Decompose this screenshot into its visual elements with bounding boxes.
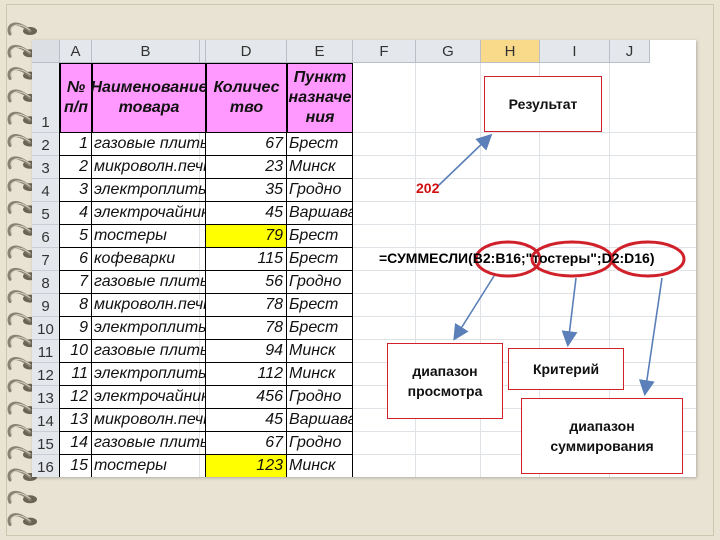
row-header-9[interactable]: 9 <box>32 294 60 317</box>
column-header-B[interactable]: B <box>92 40 200 63</box>
select-all-corner[interactable] <box>32 40 60 63</box>
cell-num[interactable]: 1 <box>60 133 92 156</box>
cell-name[interactable]: газовые плиты <box>92 340 206 363</box>
result-box: Результат <box>484 76 602 132</box>
cell-name[interactable]: газовые плиты <box>92 133 206 156</box>
cell-qty[interactable]: 23 <box>206 156 287 179</box>
cell-num[interactable]: 2 <box>60 156 92 179</box>
cell-name[interactable]: тостеры <box>92 455 206 477</box>
column-header-F[interactable]: F <box>353 40 416 63</box>
cell-qty[interactable]: 67 <box>206 133 287 156</box>
cell-qty[interactable]: 94 <box>206 340 287 363</box>
row-header-13[interactable]: 13 <box>32 386 60 409</box>
row-header-10[interactable]: 10 <box>32 317 60 340</box>
cell-qty[interactable]: 45 <box>206 409 287 432</box>
cell-dest[interactable]: Минск <box>287 363 353 386</box>
cell-name[interactable]: газовые плиты <box>92 271 206 294</box>
cell-name[interactable]: электроплиты <box>92 317 206 340</box>
row-header-14[interactable]: 14 <box>32 409 60 432</box>
cell-qty[interactable]: 123 <box>206 455 287 477</box>
row-header-8[interactable]: 8 <box>32 271 60 294</box>
cell-dest[interactable]: Гродно <box>287 432 353 455</box>
row-header-7[interactable]: 7 <box>32 248 60 271</box>
column-header-G[interactable]: G <box>416 40 481 63</box>
row-header-2[interactable]: 2 <box>32 133 60 156</box>
cell-qty[interactable]: 78 <box>206 294 287 317</box>
row-header-16[interactable]: 16 <box>32 455 60 477</box>
cell-name[interactable]: тостеры <box>92 225 206 248</box>
criterion-box: Критерий <box>508 348 624 390</box>
column-header-J[interactable]: J <box>610 40 650 63</box>
cell-num[interactable]: 7 <box>60 271 92 294</box>
sum-range-box: диапазон суммирования <box>521 398 683 474</box>
cell-num[interactable]: 11 <box>60 363 92 386</box>
formula-text: =СУММЕСЛИ(B2:B16;"тостеры";D2:D16) <box>379 250 655 266</box>
row-header-3[interactable]: 3 <box>32 156 60 179</box>
row-header-1[interactable]: 1 <box>32 63 60 133</box>
table-header-num[interactable]: № п/п <box>60 63 92 133</box>
cell-num[interactable]: 4 <box>60 202 92 225</box>
result-value: 202 <box>416 180 440 196</box>
cell-name[interactable]: электрочайники <box>92 202 206 225</box>
column-header-H[interactable]: H <box>481 40 540 63</box>
cell-num[interactable]: 14 <box>60 432 92 455</box>
cell-dest[interactable]: Гродно <box>287 179 353 202</box>
cell-num[interactable]: 10 <box>60 340 92 363</box>
cell-qty[interactable]: 112 <box>206 363 287 386</box>
cell-num[interactable]: 9 <box>60 317 92 340</box>
table-header-name[interactable]: Наименование товара <box>90 63 208 133</box>
row-header-5[interactable]: 5 <box>32 202 60 225</box>
row-header-15[interactable]: 15 <box>32 432 60 455</box>
column-header-E[interactable]: E <box>287 40 353 63</box>
cell-dest[interactable]: Минск <box>287 455 353 477</box>
cell-dest[interactable]: Брест <box>287 317 353 340</box>
binder-ring-icon <box>7 513 37 527</box>
cell-num[interactable]: 5 <box>60 225 92 248</box>
cell-dest[interactable]: Брест <box>287 133 353 156</box>
table-header-dest[interactable]: Пункт назначе ния <box>287 63 353 133</box>
cell-qty[interactable]: 56 <box>206 271 287 294</box>
cell-num[interactable]: 3 <box>60 179 92 202</box>
cell-qty[interactable]: 67 <box>206 432 287 455</box>
table-header-qty[interactable]: Количес тво <box>206 63 287 133</box>
cell-qty[interactable]: 78 <box>206 317 287 340</box>
cell-dest[interactable]: Брест <box>287 225 353 248</box>
cell-dest[interactable]: Варшава <box>287 202 353 225</box>
cell-num[interactable]: 13 <box>60 409 92 432</box>
cell-num[interactable]: 6 <box>60 248 92 271</box>
cell-name[interactable]: кофеварки <box>92 248 206 271</box>
cell-name[interactable]: газовые плиты <box>92 432 206 455</box>
cell-num[interactable]: 15 <box>60 455 92 477</box>
column-header-A[interactable]: A <box>60 40 92 63</box>
row-header-6[interactable]: 6 <box>32 225 60 248</box>
cell-qty[interactable]: 115 <box>206 248 287 271</box>
cell-name[interactable]: электроплиты <box>92 363 206 386</box>
cell-qty[interactable]: 79 <box>206 225 287 248</box>
range-box: диапазон просмотра <box>387 343 503 419</box>
cell-dest[interactable]: Гродно <box>287 386 353 409</box>
cell-name[interactable]: микроволн.печь <box>92 294 206 317</box>
cell-qty[interactable]: 45 <box>206 202 287 225</box>
cell-num[interactable]: 8 <box>60 294 92 317</box>
cell-num[interactable]: 12 <box>60 386 92 409</box>
cell-dest[interactable]: Гродно <box>287 271 353 294</box>
cell-name[interactable]: электроплиты <box>92 179 206 202</box>
cell-name[interactable]: электрочайники <box>92 386 206 409</box>
cell-dest[interactable]: Брест <box>287 248 353 271</box>
column-header-I[interactable]: I <box>540 40 610 63</box>
cell-qty[interactable]: 35 <box>206 179 287 202</box>
cell-name[interactable]: микроволн.печь <box>92 156 206 179</box>
cell-qty[interactable]: 456 <box>206 386 287 409</box>
row-header-12[interactable]: 12 <box>32 363 60 386</box>
binder-ring-icon <box>7 22 37 36</box>
binder-ring-icon <box>7 490 37 504</box>
cell-dest[interactable]: Брест <box>287 294 353 317</box>
column-header-D[interactable]: D <box>206 40 287 63</box>
cell-dest[interactable]: Минск <box>287 156 353 179</box>
cell-name[interactable]: микроволн.печь <box>92 409 206 432</box>
cell-dest[interactable]: Варшава <box>287 409 353 432</box>
row-header-11[interactable]: 11 <box>32 340 60 363</box>
cell-dest[interactable]: Минск <box>287 340 353 363</box>
row-header-4[interactable]: 4 <box>32 179 60 202</box>
